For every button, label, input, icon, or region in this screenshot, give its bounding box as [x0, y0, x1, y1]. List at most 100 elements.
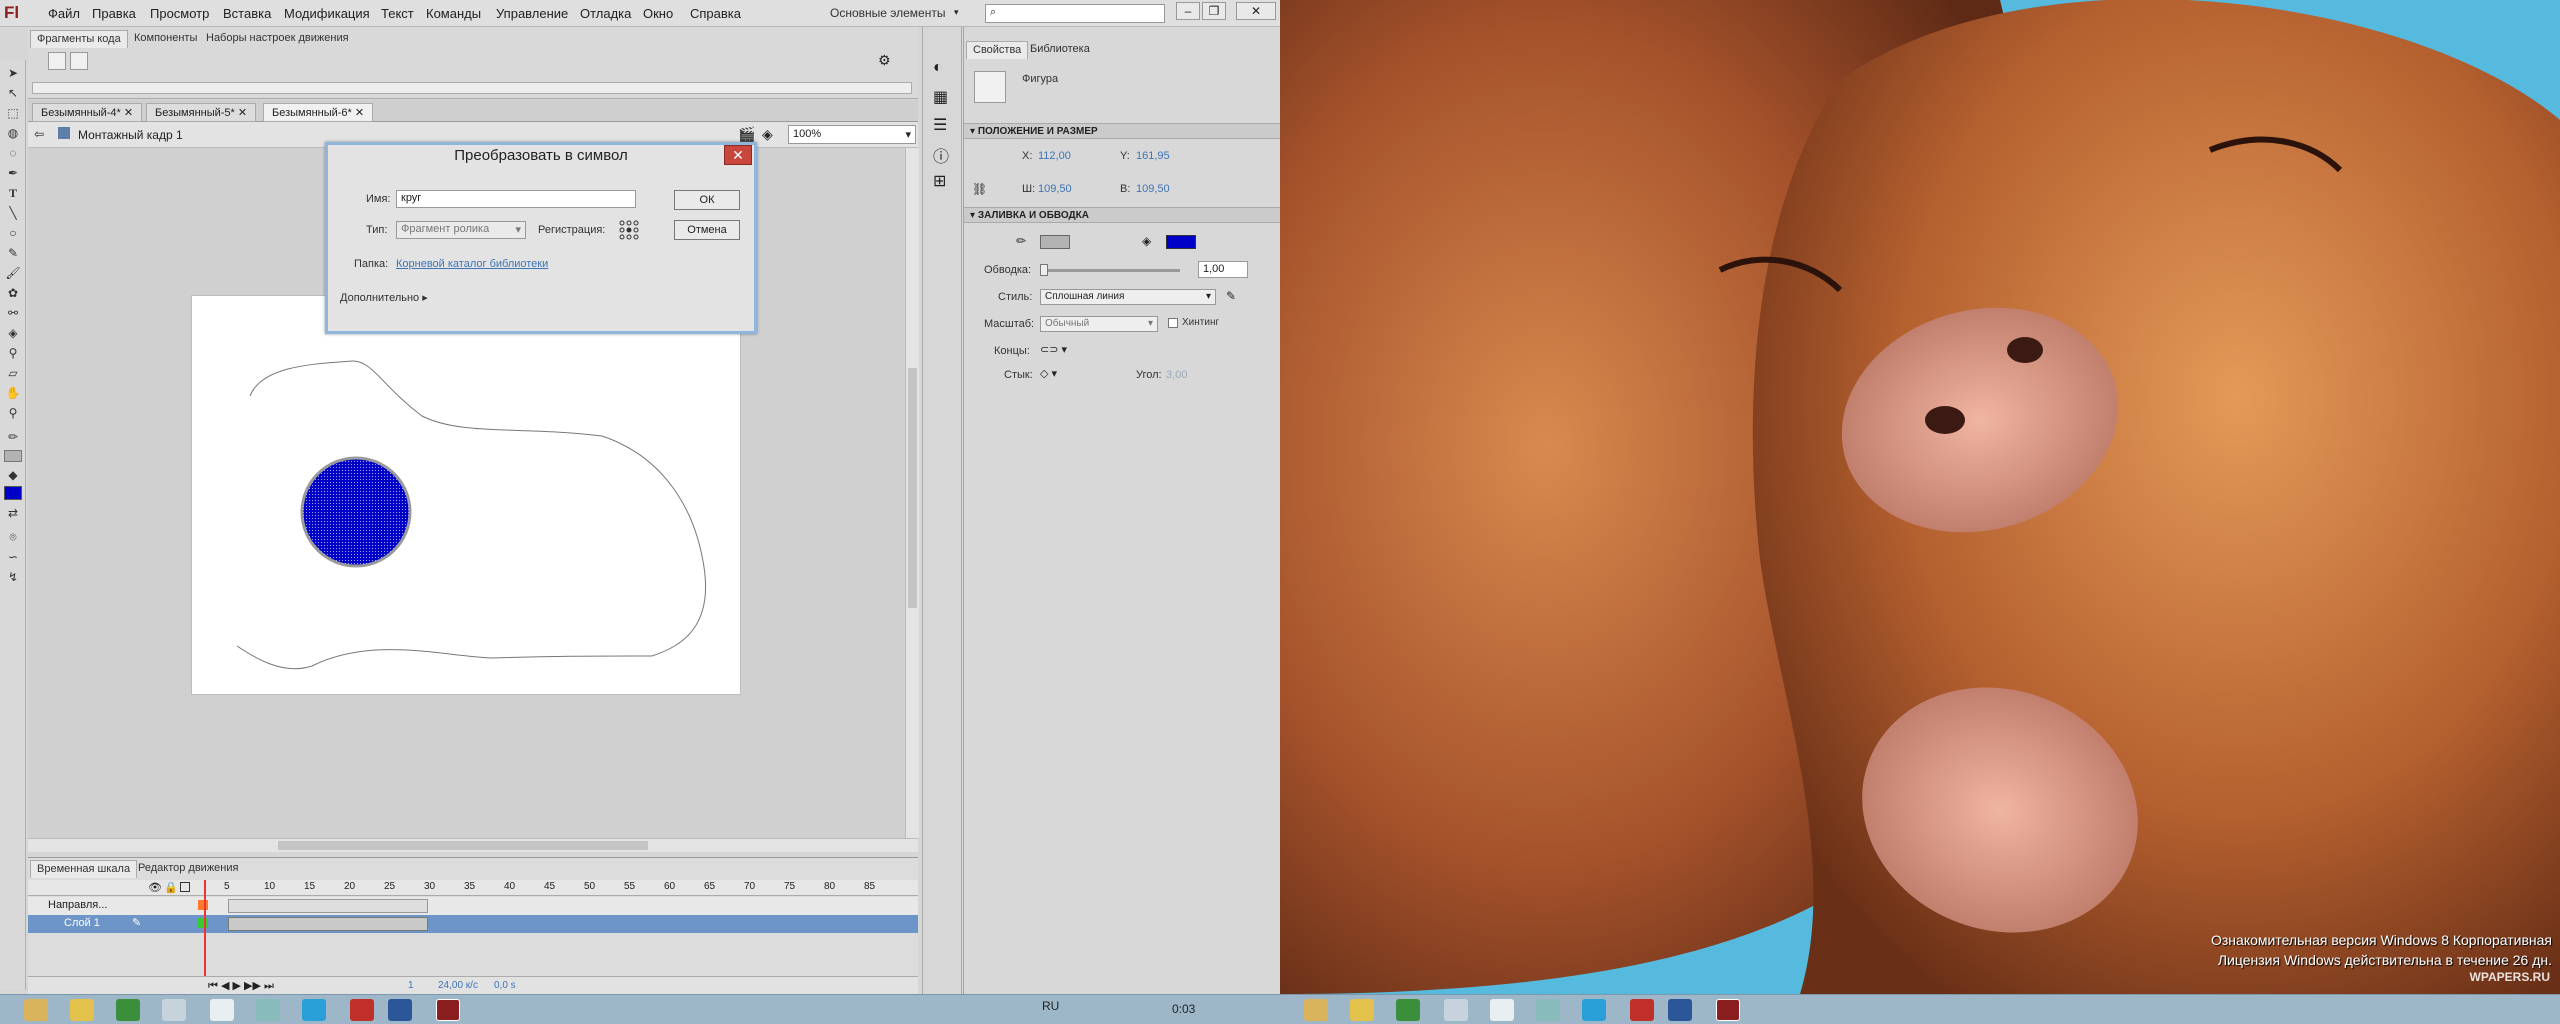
- lasso-icon[interactable]: ◌: [4, 146, 22, 162]
- language-indicator[interactable]: RU: [1042, 999, 1059, 1013]
- straighten-icon[interactable]: ↯: [4, 570, 22, 586]
- file-icon[interactable]: [1444, 999, 1468, 1021]
- menu-help[interactable]: Справка: [690, 6, 741, 21]
- line-tool-icon[interactable]: ╲: [4, 206, 22, 222]
- frame-rate[interactable]: 24,00 к/с: [438, 980, 478, 991]
- menu-insert[interactable]: Вставка: [223, 6, 271, 21]
- bone-tool-icon[interactable]: ⚯: [4, 306, 22, 322]
- menu-debug[interactable]: Отладка: [580, 6, 631, 21]
- link-icon[interactable]: ⛓: [972, 182, 987, 196]
- transform-icon[interactable]: ⊞: [933, 171, 946, 191]
- tab-components[interactable]: Компоненты: [128, 30, 203, 48]
- layer-color-swatch[interactable]: [198, 918, 208, 928]
- text-tool-icon[interactable]: T: [4, 186, 22, 202]
- cancel-button[interactable]: Отмена: [674, 220, 740, 240]
- join-select[interactable]: ◇ ▾: [1040, 367, 1057, 380]
- search-input[interactable]: ⌕: [985, 4, 1165, 23]
- align-icon[interactable]: ☰: [933, 115, 947, 135]
- document-icon[interactable]: [210, 999, 234, 1021]
- brush-icon[interactable]: 🖌: [4, 266, 22, 282]
- scale-select[interactable]: Обычный ▾: [1040, 316, 1158, 332]
- workspace-switcher[interactable]: Основные элементы: [830, 6, 945, 20]
- stage-vertical-scrollbar[interactable]: [905, 148, 919, 838]
- layer-color-swatch[interactable]: [198, 900, 208, 910]
- close-icon[interactable]: ✕: [238, 107, 247, 119]
- stroke-style-select[interactable]: Сплошная линия ▾: [1040, 289, 1216, 305]
- doc-tab-6[interactable]: Безымянный-6* ✕: [263, 103, 374, 122]
- tab-library[interactable]: Библиотека: [1024, 41, 1096, 59]
- skype-icon[interactable]: [1582, 999, 1606, 1021]
- menu-edit[interactable]: Правка: [92, 6, 136, 21]
- pencil-icon[interactable]: ✎: [4, 246, 22, 262]
- menu-view[interactable]: Просмотр: [150, 6, 209, 21]
- smooth-icon[interactable]: ∽: [4, 550, 22, 566]
- layer-name[interactable]: Слой 1: [64, 917, 100, 929]
- word-icon[interactable]: [388, 999, 412, 1021]
- edit-symbol-icon[interactable]: ◈: [762, 126, 773, 143]
- network-icon[interactable]: [256, 999, 280, 1021]
- deco-tool-icon[interactable]: ✿: [4, 286, 22, 302]
- close-icon[interactable]: ✕: [355, 107, 364, 119]
- x-value[interactable]: 112,00: [1038, 150, 1071, 162]
- stroke-color-icon[interactable]: ✏: [4, 430, 22, 446]
- doc-tab-4[interactable]: Безымянный-4* ✕: [32, 103, 143, 122]
- stroke-slider[interactable]: [1040, 264, 1180, 276]
- info-icon[interactable]: ⓘ: [933, 143, 949, 167]
- explorer-icon[interactable]: [24, 999, 48, 1021]
- edit-scene-icon[interactable]: 🎬: [738, 126, 755, 143]
- y-value[interactable]: 161,95: [1136, 150, 1170, 162]
- network-icon[interactable]: [1536, 999, 1560, 1021]
- free-transform-icon[interactable]: ⬚: [4, 106, 22, 122]
- hinting-checkbox[interactable]: [1168, 318, 1178, 328]
- menu-file[interactable]: Файл: [48, 6, 80, 21]
- subselection-tool-icon[interactable]: ↖: [4, 86, 22, 102]
- minimize-button[interactable]: –: [1176, 2, 1200, 20]
- stroke-color-swatch[interactable]: [4, 450, 22, 462]
- close-button[interactable]: ✕: [1236, 2, 1276, 20]
- layer-row-guide[interactable]: Направля...: [28, 897, 918, 915]
- skype-icon[interactable]: [302, 999, 326, 1021]
- position-size-header[interactable]: ▾ ПОЛОЖЕНИЕ И РАЗМЕР: [964, 123, 1280, 139]
- menu-text[interactable]: Текст: [381, 6, 414, 21]
- oval-tool-icon[interactable]: ○: [4, 226, 22, 242]
- playhead[interactable]: [204, 880, 206, 980]
- folder-link[interactable]: Корневой каталог библиотеки: [396, 258, 548, 270]
- copy-snippet-icon[interactable]: [70, 52, 88, 70]
- fill-stroke-header[interactable]: ▾ ЗАЛИВКА И ОБВОДКА: [964, 207, 1280, 223]
- color-panel-icon[interactable]: ◐: [933, 59, 943, 77]
- word-icon[interactable]: [1668, 999, 1692, 1021]
- lock-icon[interactable]: 🔒: [164, 881, 178, 894]
- 3d-rotation-icon[interactable]: ◍: [4, 126, 22, 142]
- gear-icon[interactable]: ⚙: [878, 52, 896, 70]
- tab-code-snippets[interactable]: Фрагменты кода: [30, 30, 128, 48]
- eyedropper-icon[interactable]: ⚲: [4, 346, 22, 362]
- tab-motion-presets[interactable]: Наборы настроек движения: [200, 30, 355, 48]
- app-icon[interactable]: [116, 999, 140, 1021]
- close-icon[interactable]: ✕: [124, 107, 133, 119]
- doc-tab-5[interactable]: Безымянный-5* ✕: [146, 103, 257, 122]
- layer-name[interactable]: Направля...: [48, 899, 107, 911]
- zoom-tool-icon[interactable]: ⚲: [4, 406, 22, 422]
- stage-horizontal-scrollbar[interactable]: [28, 838, 918, 852]
- chrome-icon[interactable]: [70, 999, 94, 1021]
- flash-taskbar-icon[interactable]: [1716, 999, 1740, 1021]
- height-value[interactable]: 109,50: [1136, 183, 1170, 195]
- insert-snippet-icon[interactable]: [48, 52, 66, 70]
- document-icon[interactable]: [1490, 999, 1514, 1021]
- scroll-thumb[interactable]: [278, 841, 648, 850]
- eraser-icon[interactable]: ▱: [4, 366, 22, 382]
- width-value[interactable]: 109,50: [1038, 183, 1072, 195]
- snap-icon[interactable]: ⌾: [4, 530, 22, 546]
- fill-color-button[interactable]: [1166, 235, 1196, 249]
- flash-taskbar-icon[interactable]: [436, 999, 460, 1021]
- menu-window[interactable]: Окно: [643, 6, 673, 21]
- acrobat-icon[interactable]: [1630, 999, 1654, 1021]
- acrobat-icon[interactable]: [350, 999, 374, 1021]
- scene-label[interactable]: Монтажный кадр 1: [78, 128, 183, 142]
- explorer-icon[interactable]: [1304, 999, 1328, 1021]
- scroll-thumb[interactable]: [908, 368, 917, 608]
- symbol-name-input[interactable]: круг: [396, 190, 636, 208]
- slider-handle[interactable]: [1040, 264, 1048, 276]
- swap-colors-icon[interactable]: ⇄: [4, 506, 22, 522]
- elapsed-time[interactable]: 0,0 s: [494, 980, 516, 991]
